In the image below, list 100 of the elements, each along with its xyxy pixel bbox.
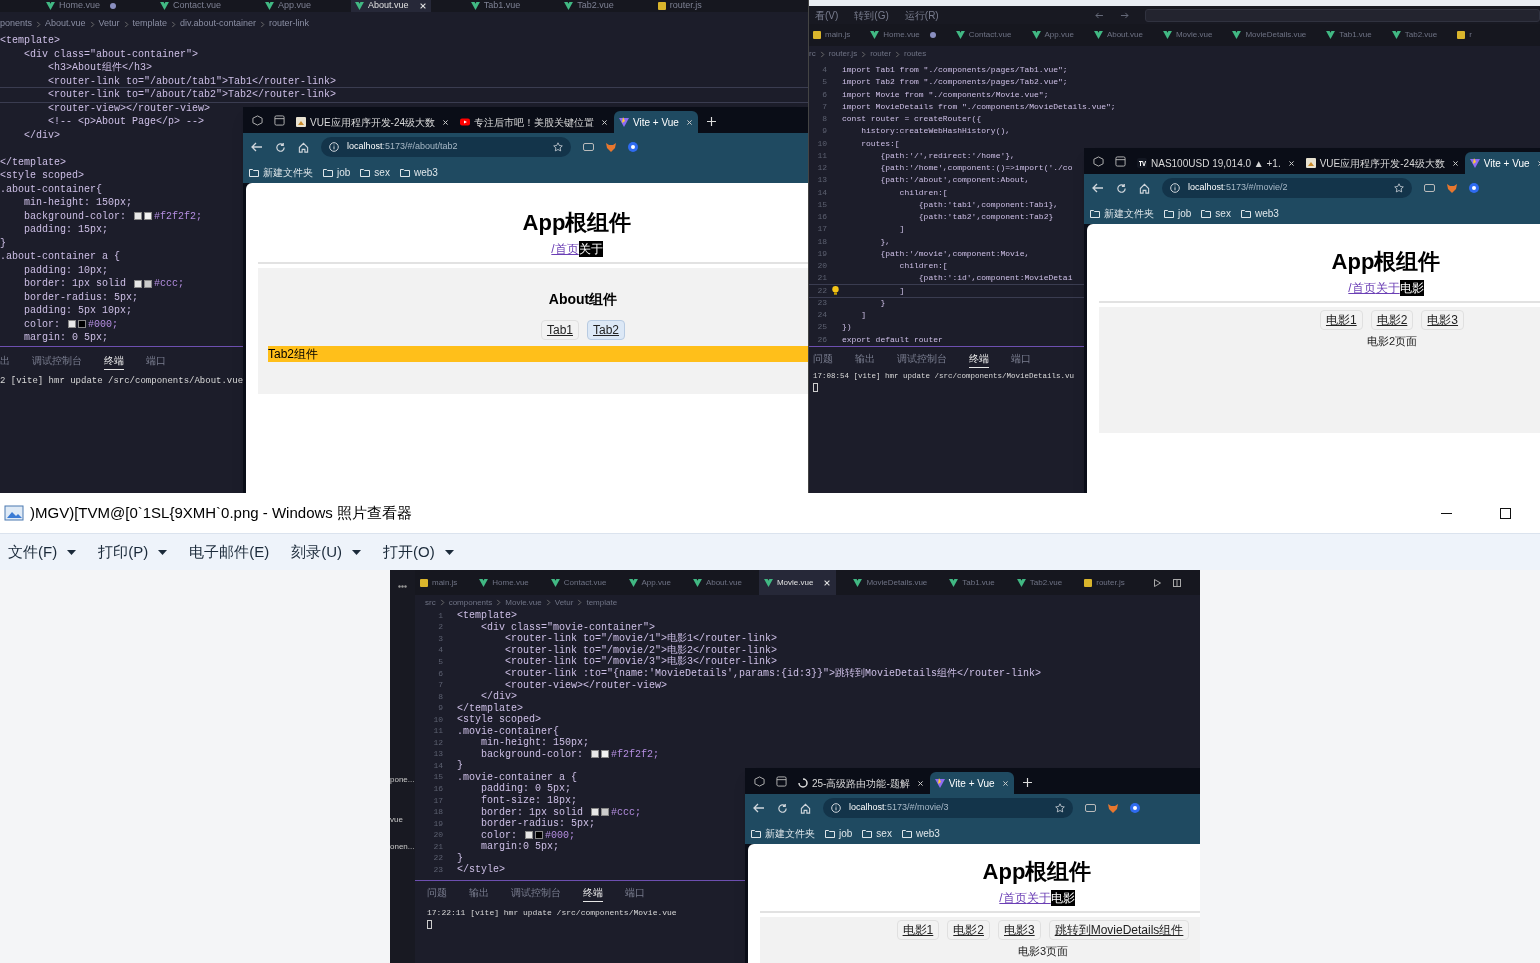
bookmark[interactable]: job [1164, 205, 1192, 221]
breadcrumb-item[interactable]: ponents [0, 17, 33, 31]
browser-tab[interactable]: NAS100USD 19,014.0 ▲ +1. [1132, 152, 1300, 174]
breadcrumb-item[interactable]: routes [904, 48, 927, 60]
bookmark[interactable]: 新建文件夹 [249, 164, 313, 180]
editor-tab[interactable]: Movie.vue [758, 570, 837, 595]
editor-tab[interactable]: router.js [1079, 570, 1130, 595]
address-bar[interactable]: localhost:5173/#/movie/3 [823, 798, 1073, 818]
bookmark[interactable]: web3 [399, 164, 438, 180]
editor-tab[interactable]: App.vue [261, 0, 316, 12]
panel-tab[interactable]: 输出 [469, 885, 489, 901]
panel-tab[interactable]: 端口 [146, 353, 166, 369]
nav-link[interactable]: /首页 [551, 241, 579, 257]
browser-tab[interactable]: Vite + Vue [1464, 152, 1540, 174]
browser-tab[interactable]: 25-高级路由功能-题解 [793, 772, 929, 794]
explorer-item[interactable]: onen... [390, 841, 415, 853]
nav-link[interactable]: 关于 [1026, 890, 1051, 906]
editor-tab[interactable]: Tab2.vue [560, 0, 618, 12]
router-link[interactable]: 电影1 [896, 920, 940, 940]
editor-tab[interactable]: About.vue [351, 0, 431, 12]
menu-item[interactable]: 转到(G) [854, 7, 889, 23]
panel-tab[interactable]: 终端 [583, 884, 603, 902]
browser-tab[interactable]: 专注后市吧！美股关键位置 [455, 111, 613, 133]
editor-tab[interactable]: Tab1.vue [944, 570, 1000, 595]
panel-tab[interactable]: 调试控制台 [897, 351, 947, 367]
breadcrumb-item[interactable]: div.about-container [180, 17, 256, 31]
breadcrumb-item[interactable]: Vetur [98, 17, 120, 31]
router-link[interactable]: 电影2 [947, 920, 990, 940]
editor-tab[interactable]: Contact.vue [545, 570, 612, 595]
panel-tab[interactable]: 出 [0, 353, 10, 369]
address-bar[interactable]: localhost:5173/#/about/tab2 [321, 137, 571, 157]
panel-tab[interactable]: 调试控制台 [511, 885, 561, 901]
browser-tab[interactable]: Vite + Vue [614, 111, 698, 133]
breadcrumb-item[interactable]: components [448, 596, 493, 609]
router-link[interactable]: Tab1 [540, 320, 579, 340]
editor-tab[interactable]: Tab2.vue [1387, 24, 1442, 46]
router-link[interactable]: 电影3 [1421, 310, 1465, 330]
panel-tab[interactable]: 问题 [427, 885, 447, 901]
browser-tab[interactable]: VUE应用程序开发-24级大数 [291, 111, 454, 133]
panel-tab[interactable]: 问题 [813, 351, 833, 367]
bookmark[interactable]: sex [1201, 205, 1231, 221]
breadcrumb-item[interactable]: template [586, 596, 618, 609]
router-link[interactable]: 电影1 [1319, 310, 1363, 330]
bookmark[interactable]: sex [862, 825, 892, 841]
editor-tab[interactable]: main.js [415, 570, 463, 595]
browser-tab[interactable]: VUE应用程序开发-24级大数 [1300, 152, 1464, 174]
menu-item[interactable]: 电子邮件(E) [189, 540, 270, 564]
menu-item[interactable]: 运行(R) [904, 7, 939, 23]
nav-link[interactable]: 关于 [1375, 280, 1400, 296]
editor-tab[interactable]: Movie.vue [1158, 24, 1217, 46]
editor-tab[interactable]: Contact.vue [156, 0, 226, 12]
menu-item[interactable]: 刻录(U) [291, 540, 361, 564]
breadcrumb-item[interactable]: src [425, 596, 436, 609]
address-bar[interactable]: localhost:5173/#/movie/2 [1162, 178, 1412, 198]
panel-tab[interactable]: 终端 [104, 352, 124, 370]
bookmark[interactable]: job [323, 164, 351, 180]
editor-tab[interactable]: Tab1.vue [466, 0, 525, 12]
editor-tab[interactable]: Home.vue [42, 0, 121, 12]
editor-tab[interactable]: Home.vue [474, 570, 534, 595]
panel-tab[interactable]: 终端 [969, 350, 989, 368]
router-link[interactable]: 跳转到MovieDetails组件 [1048, 920, 1190, 940]
explorer-item[interactable]: pone... [390, 774, 415, 786]
panel-tab[interactable]: 端口 [1011, 351, 1031, 367]
bookmark[interactable]: job [825, 825, 853, 841]
editor-tab[interactable]: App.vue [623, 570, 676, 595]
menu-item[interactable]: 打印(P) [98, 540, 168, 564]
panel-tab[interactable]: 端口 [625, 885, 645, 901]
panel-tab[interactable]: 输出 [855, 351, 875, 367]
menu-item[interactable]: 文件(F) [8, 540, 77, 564]
router-link[interactable]: 电影3 [998, 920, 1041, 940]
menu-item[interactable]: 打开(O) [383, 540, 454, 564]
bookmark[interactable]: web3 [901, 825, 940, 841]
bookmark[interactable]: 新建文件夹 [751, 825, 815, 841]
editor-tab[interactable]: Tab1.vue [1322, 24, 1376, 46]
editor-tab[interactable]: main.js [809, 24, 855, 46]
bookmark[interactable]: 新建文件夹 [1090, 205, 1154, 221]
explorer-item[interactable]: vue [390, 814, 403, 826]
editor-tab[interactable]: Contact.vue [951, 24, 1016, 46]
router-link[interactable]: 电影2 [1370, 310, 1414, 330]
editor-tab[interactable]: Home.vue [866, 24, 940, 46]
nav-link[interactable]: /首页 [1348, 280, 1376, 296]
editor-tab[interactable]: MovieDetails.vue [1228, 24, 1311, 46]
editor-tab[interactable]: router.js [653, 0, 706, 12]
breadcrumb-item[interactable]: Movie.vue [505, 596, 542, 609]
nav-link[interactable]: /首页 [999, 890, 1027, 906]
breadcrumb-item[interactable]: About.vue [45, 17, 86, 31]
editor-tab[interactable]: App.vue [1027, 24, 1078, 46]
bookmark[interactable]: sex [360, 164, 390, 180]
editor-tab[interactable]: MovieDetails.vue [848, 570, 933, 595]
router-link[interactable]: Tab2 [587, 320, 626, 340]
browser-tab[interactable]: Vite + Vue [929, 772, 1014, 794]
editor-tab[interactable]: About.vue [1089, 24, 1147, 46]
editor-tab[interactable]: r [1453, 24, 1476, 46]
bookmark[interactable]: web3 [1240, 205, 1279, 221]
menu-item[interactable]: 看(V) [815, 7, 839, 23]
breadcrumb-item[interactable]: router.js [828, 48, 858, 60]
breadcrumb-item[interactable]: rc [809, 48, 816, 60]
editor-tab[interactable]: About.vue [687, 570, 747, 595]
breadcrumb-item[interactable]: Vetur [554, 596, 574, 609]
breadcrumb-item[interactable]: template [132, 17, 168, 31]
